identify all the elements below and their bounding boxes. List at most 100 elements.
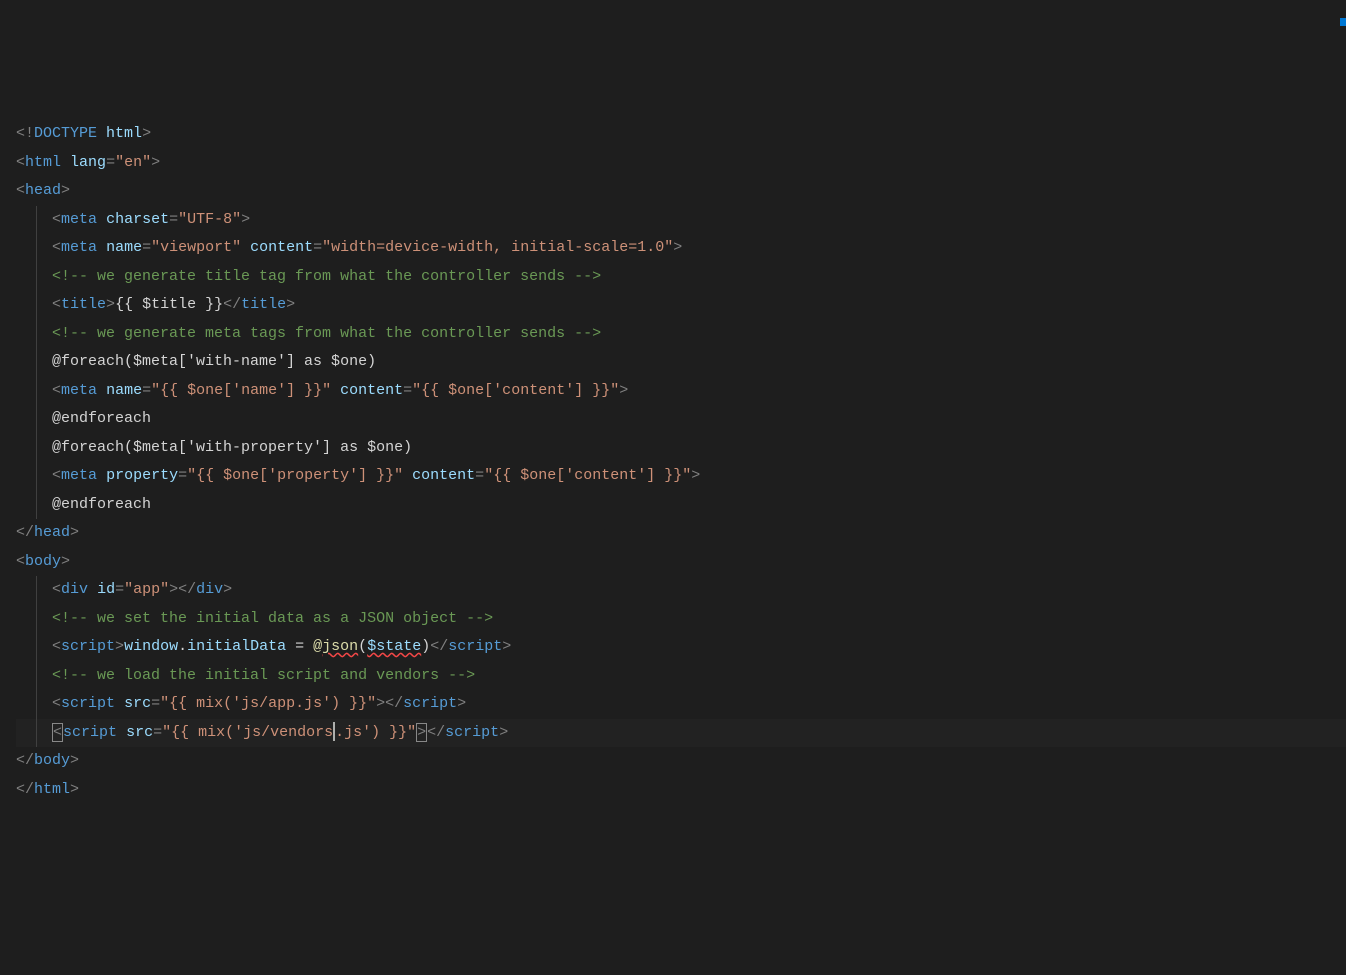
code-line[interactable]: <div id="app"></div>	[16, 576, 1346, 605]
code-line[interactable]: <script>window.initialData = @json($stat…	[16, 633, 1346, 662]
code-line[interactable]: <title>{{ $title }}</title>	[16, 291, 1346, 320]
code-token: =	[475, 467, 484, 484]
code-editor[interactable]: <!DOCTYPE html><html lang="en"><head> <m…	[0, 114, 1346, 804]
code-token: json	[322, 638, 358, 655]
code-line[interactable]: <!-- we set the initial data as a JSON o…	[16, 605, 1346, 634]
code-line[interactable]: <!-- we generate meta tags from what the…	[16, 320, 1346, 349]
code-token: =	[115, 581, 124, 598]
code-token: {{ $title }}	[115, 296, 223, 313]
code-token: =	[178, 467, 187, 484]
code-line[interactable]: <!DOCTYPE html>	[16, 120, 1346, 149]
code-token: "UTF-8"	[178, 211, 241, 228]
code-token: <	[52, 638, 61, 655]
code-token	[97, 125, 106, 142]
code-token: >	[457, 695, 466, 712]
code-token: <	[52, 695, 61, 712]
code-token: "{{ mix('js/app.js') }}"	[160, 695, 376, 712]
code-token: ></	[376, 695, 403, 712]
code-token: @endforeach	[52, 410, 151, 427]
code-token: ></	[169, 581, 196, 598]
code-token: script	[63, 724, 117, 741]
code-token: script	[448, 638, 502, 655]
code-token: name	[106, 239, 142, 256]
code-token: >	[691, 467, 700, 484]
code-token: <	[52, 723, 63, 742]
code-token: meta	[61, 382, 97, 399]
code-token: <!-- we load the initial script and vend…	[52, 667, 475, 684]
code-token: html	[25, 154, 61, 171]
code-line[interactable]: <!-- we generate title tag from what the…	[16, 263, 1346, 292]
code-token: property	[106, 467, 178, 484]
code-token: >	[416, 723, 427, 742]
code-line[interactable]: @foreach($meta['with-property'] as $one)	[16, 434, 1346, 463]
code-token	[61, 154, 70, 171]
code-token: content	[412, 467, 475, 484]
code-line[interactable]: </head>	[16, 519, 1346, 548]
code-token: =	[153, 724, 162, 741]
code-token: >	[115, 638, 124, 655]
code-token: >	[241, 211, 250, 228]
code-token: body	[34, 752, 70, 769]
code-token	[115, 695, 124, 712]
code-token: <!-- we generate title tag from what the…	[52, 268, 601, 285]
code-token: >	[61, 553, 70, 570]
code-token	[117, 724, 126, 741]
code-line[interactable]: </html>	[16, 776, 1346, 805]
code-token: title	[241, 296, 286, 313]
code-token: script	[61, 638, 115, 655]
code-token: meta	[61, 467, 97, 484]
code-token: div	[196, 581, 223, 598]
code-token: >	[286, 296, 295, 313]
code-line[interactable]: <html lang="en">	[16, 149, 1346, 178]
code-token: =	[169, 211, 178, 228]
code-token: script	[445, 724, 499, 741]
code-line[interactable]: <meta name="{{ $one['name'] }}" content=…	[16, 377, 1346, 406]
code-token: >	[70, 781, 79, 798]
code-token: @foreach($meta['with-property'] as $one)	[52, 439, 412, 456]
code-token: name	[106, 382, 142, 399]
code-line[interactable]: <!-- we load the initial script and vend…	[16, 662, 1346, 691]
code-line[interactable]: <meta property="{{ $one['property'] }}" …	[16, 462, 1346, 491]
code-token: =	[286, 638, 313, 655]
code-token: DOCTYPE	[34, 125, 97, 142]
code-line[interactable]: @endforeach	[16, 491, 1346, 520]
code-token: content	[250, 239, 313, 256]
code-token: html	[106, 125, 142, 142]
code-token: <	[52, 239, 61, 256]
code-token: "{{ $one['name'] }}"	[151, 382, 331, 399]
code-token	[97, 211, 106, 228]
code-line[interactable]: <body>	[16, 548, 1346, 577]
code-line[interactable]: <meta charset="UTF-8">	[16, 206, 1346, 235]
code-token: "{{ $one['content'] }}"	[412, 382, 619, 399]
code-token: "{{ $one['property'] }}"	[187, 467, 403, 484]
code-token: </	[16, 752, 34, 769]
code-token: <	[52, 211, 61, 228]
code-line[interactable]: <meta name="viewport" content="width=dev…	[16, 234, 1346, 263]
code-token: @endforeach	[52, 496, 151, 513]
code-token: </	[16, 781, 34, 798]
code-line[interactable]: <script src="{{ mix('js/app.js') }}"></s…	[16, 690, 1346, 719]
code-token: </	[427, 724, 445, 741]
code-token: meta	[61, 211, 97, 228]
code-line[interactable]: <script src="{{ mix('js/vendors.js') }}"…	[16, 719, 1346, 748]
code-line[interactable]: @foreach($meta['with-name'] as $one)	[16, 348, 1346, 377]
code-token	[97, 239, 106, 256]
minimap[interactable]	[1339, 0, 1346, 691]
code-token: "viewport"	[151, 239, 241, 256]
code-token: =	[142, 382, 151, 399]
code-token: >	[223, 581, 232, 598]
code-token: =	[142, 239, 151, 256]
code-token: >	[70, 524, 79, 541]
text-cursor	[333, 722, 335, 741]
code-token: lang	[70, 154, 106, 171]
code-token: <	[52, 467, 61, 484]
code-token: script	[61, 695, 115, 712]
code-token: "{{ mix('js/vendors	[162, 724, 333, 741]
code-line[interactable]: @endforeach	[16, 405, 1346, 434]
code-line[interactable]: <head>	[16, 177, 1346, 206]
code-token: .js') }}"	[335, 724, 416, 741]
code-token: =	[151, 695, 160, 712]
code-token: <	[16, 553, 25, 570]
code-token: </	[16, 524, 34, 541]
code-line[interactable]: </body>	[16, 747, 1346, 776]
